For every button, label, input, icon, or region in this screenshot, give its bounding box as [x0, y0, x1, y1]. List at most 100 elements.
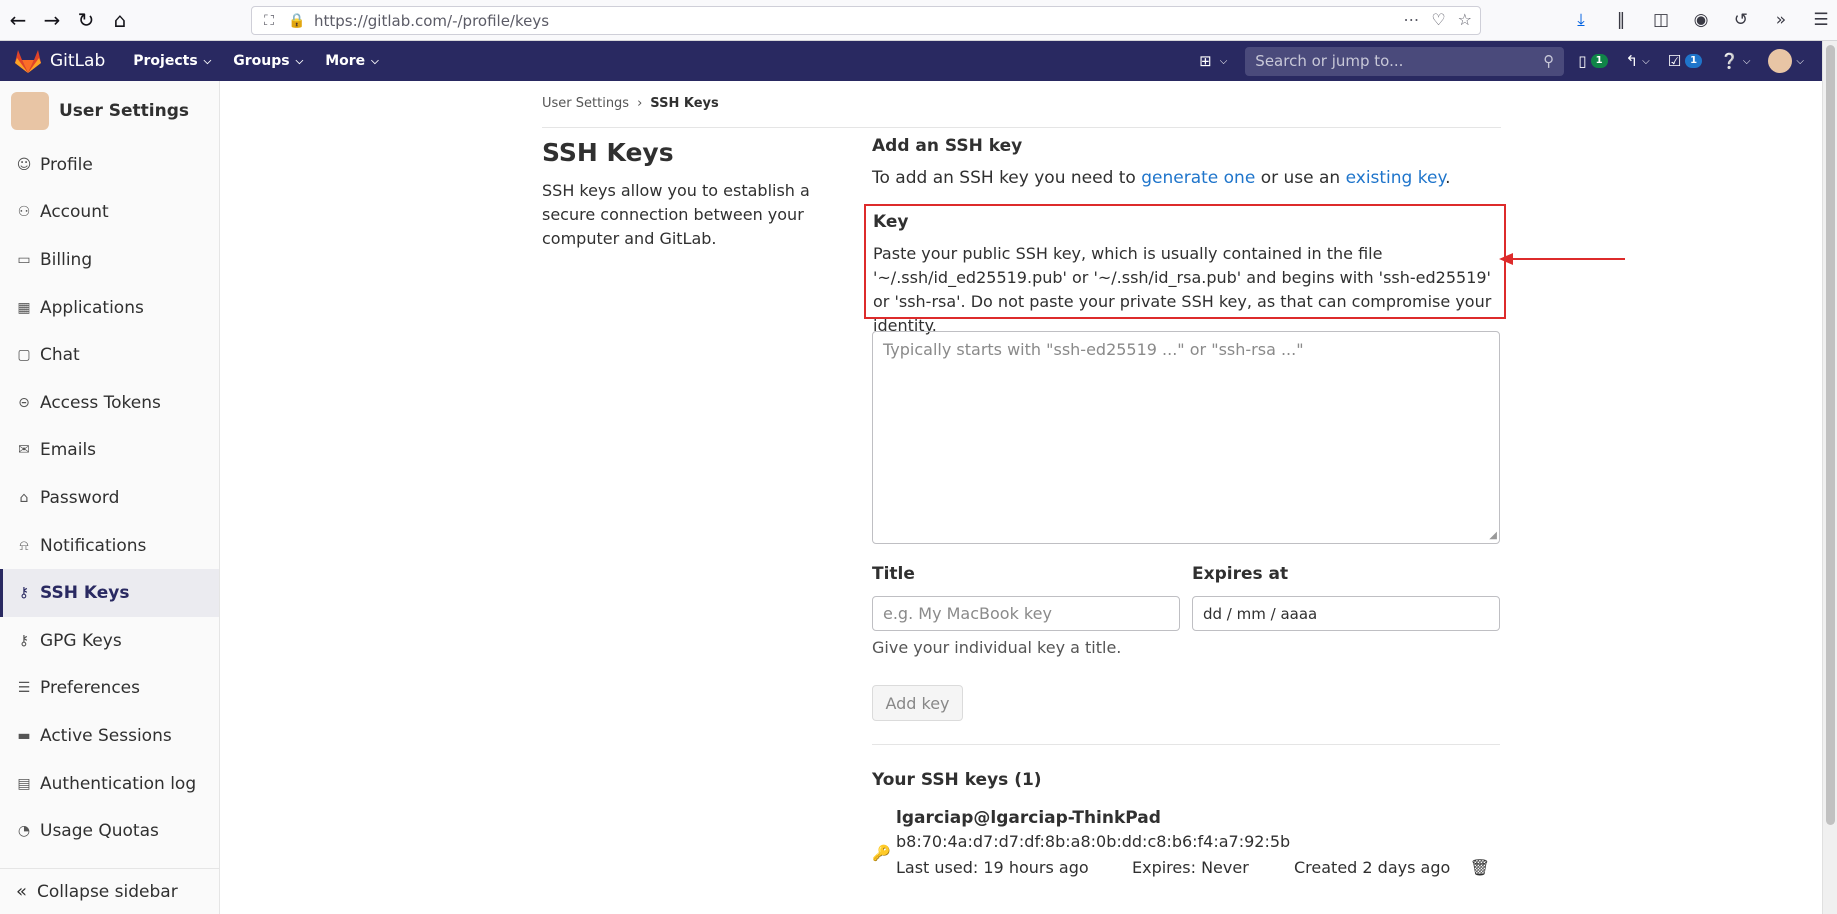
url-domain: https://gitlab.com — [314, 11, 448, 30]
sidebar-item-emails[interactable]: ✉ Emails — [0, 427, 219, 475]
resize-handle-icon[interactable]: ◢ — [1489, 530, 1497, 541]
log-icon: ▤ — [17, 775, 31, 792]
form-heading: Add an SSH key — [872, 136, 1023, 156]
quota-icon: ◔ — [17, 823, 31, 840]
gitlab-top-nav: GitLab Projects ⌵ Groups ⌵ More ⌵ ⊞ ⌵ Search… — [0, 41, 1822, 81]
title-input[interactable]: e.g. My MacBook key — [872, 596, 1180, 631]
sidebar-item-label: Active Sessions — [40, 725, 172, 746]
expires-date-input[interactable]: dd / mm / aaaa — [1192, 596, 1500, 631]
breadcrumb-current[interactable]: SSH Keys — [650, 96, 718, 127]
lock-icon: 🔒 — [288, 12, 306, 29]
more-actions-icon[interactable]: ⋯ — [1403, 10, 1419, 29]
monitor-icon: ▬ — [17, 727, 31, 744]
page-intro: SSH Keys SSH keys allow you to establish… — [542, 138, 832, 251]
sidebar-item-chat[interactable]: ▢ Chat — [0, 331, 219, 379]
key-title-link[interactable]: lgarciap@lgarciap-ThinkPad — [896, 808, 1161, 828]
address-bar[interactable]: ⛶ 🔒 https://gitlab.com/-/profile/keys ⋯ … — [251, 6, 1481, 35]
email-icon: ✉ — [18, 442, 30, 459]
sidebar-item-label: Account — [40, 202, 109, 223]
profile-icon: ☺ — [16, 156, 32, 173]
sidebar-header[interactable]: User Settings — [0, 81, 219, 141]
account-icon: ⚇ — [17, 204, 31, 221]
brand-name: GitLab — [50, 51, 106, 71]
expires-value: dd / mm / aaaa — [1203, 604, 1318, 623]
intro-text: . — [1445, 168, 1451, 188]
bell-icon: ⍾ — [19, 537, 29, 554]
intro-text: or use an — [1255, 168, 1346, 188]
collapse-sidebar-button[interactable]: « Collapse sidebar — [0, 868, 219, 914]
page-scrollbar[interactable] — [1822, 41, 1837, 914]
merge-requests-button[interactable]: ↰ ⌵ — [1626, 52, 1650, 70]
intro-text: To add an SSH key you need to — [872, 168, 1142, 188]
user-menu[interactable]: ⌵ — [1768, 49, 1804, 73]
library-icon[interactable]: ‖ — [1605, 4, 1637, 36]
new-dropdown[interactable]: ⊞ ⌵ — [1199, 52, 1227, 70]
title-help-text: Give your individual key a title. — [872, 638, 1122, 657]
sidebar-toggle-icon[interactable]: ◫ — [1645, 4, 1677, 36]
sidebar-item-label: Chat — [40, 345, 80, 366]
trash-icon[interactable]: 🗑 — [1470, 858, 1490, 877]
reload-icon[interactable]: ↻ — [70, 4, 102, 36]
todos-badge: 1 — [1685, 54, 1703, 68]
sidebar-item-label: Password — [40, 487, 120, 508]
avatar — [11, 92, 49, 130]
sidebar-item-account[interactable]: ⚇ Account — [0, 189, 219, 237]
hamburger-menu-icon[interactable]: ☰ — [1805, 4, 1837, 36]
issues-icon: ▯ — [1578, 52, 1587, 70]
sidebar-item-label: Usage Quotas — [40, 821, 159, 842]
key-textarea[interactable]: Typically starts with "ssh-ed25519 ..." … — [872, 331, 1500, 544]
sidebar-item-usage-quotas[interactable]: ◔ Usage Quotas — [0, 807, 219, 855]
sidebar-item-applications[interactable]: ▦ Applications — [0, 284, 219, 332]
search-placeholder: Search or jump to... — [1255, 52, 1404, 70]
settings-sidebar: User Settings ☺ Profile ⚇ Account ▭ Billing ▦ A… — [0, 81, 220, 914]
home-icon[interactable]: ⌂ — [104, 4, 136, 36]
history-icon[interactable]: ↺ — [1725, 4, 1757, 36]
breadcrumb-parent[interactable]: User Settings — [542, 96, 629, 127]
account-icon[interactable]: ◉ — [1685, 4, 1717, 36]
help-button[interactable]: ❔ ⌵ — [1720, 52, 1750, 70]
divider — [872, 744, 1500, 745]
scrollbar-thumb[interactable] — [1826, 45, 1835, 825]
breadcrumb: User Settings › SSH Keys — [542, 96, 1501, 128]
bookmark-star-icon[interactable]: ☆ — [1458, 10, 1472, 29]
groups-menu[interactable]: Groups ⌵ — [233, 53, 303, 69]
key-highlight-box: Key Paste your public SSH key, which is … — [864, 204, 1506, 335]
url-path: /-/profile/keys — [447, 11, 550, 30]
download-icon[interactable]: ⤓ — [1565, 4, 1597, 36]
forward-icon[interactable]: → — [36, 4, 68, 36]
double-chevron-left-icon: « — [16, 881, 28, 902]
sidebar-item-ssh-keys[interactable]: ⚷ SSH Keys — [0, 569, 219, 617]
key-placeholder: Typically starts with "ssh-ed25519 ..." … — [883, 340, 1304, 359]
generate-one-link[interactable]: generate one — [1141, 168, 1255, 188]
sidebar-item-label: SSH Keys — [40, 583, 130, 604]
gitlab-logo[interactable]: GitLab — [14, 48, 105, 74]
sidebar-item-access-tokens[interactable]: ⊝ Access Tokens — [0, 379, 219, 427]
sidebar-item-active-sessions[interactable]: ▬ Active Sessions — [0, 712, 219, 760]
sidebar-item-billing[interactable]: ▭ Billing — [0, 236, 219, 284]
sidebar-item-label: Notifications — [40, 535, 147, 556]
chevron-down-icon: ⌵ — [1742, 55, 1751, 67]
sidebar-item-password[interactable]: ⌂ Password — [0, 474, 219, 522]
projects-menu[interactable]: Projects ⌵ — [133, 53, 211, 69]
pocket-icon[interactable]: ♡ — [1431, 10, 1445, 29]
page-description: SSH keys allow you to establish a secure… — [542, 181, 810, 248]
more-menu[interactable]: More ⌵ — [325, 53, 379, 69]
existing-key-link[interactable]: existing key — [1346, 168, 1446, 188]
sidebar-item-authentication-log[interactable]: ▤ Authentication log — [0, 760, 219, 808]
back-icon[interactable]: ← — [2, 4, 34, 36]
title-label: Title — [872, 564, 915, 584]
sidebar-item-profile[interactable]: ☺ Profile — [0, 141, 219, 189]
search-input[interactable]: Search or jump to... ⚲ — [1245, 46, 1565, 76]
browser-toolbar: ← → ↻ ⌂ ⛶ 🔒 https://gitlab.com/-/profile… — [0, 0, 1837, 41]
tanuki-icon — [15, 50, 41, 73]
key-label: Key — [873, 212, 909, 232]
issues-button[interactable]: ▯ 1 — [1578, 52, 1608, 70]
sidebar-item-preferences[interactable]: ☰ Preferences — [0, 665, 219, 713]
add-key-button[interactable]: Add key — [872, 685, 963, 721]
sidebar-item-notifications[interactable]: ⍾ Notifications — [0, 522, 219, 570]
sidebar-item-label: Profile — [40, 154, 93, 175]
expires-label: Expires at — [1192, 564, 1289, 584]
sidebar-item-gpg-keys[interactable]: ⚷ GPG Keys — [0, 617, 219, 665]
todos-button[interactable]: ☑ 1 — [1668, 52, 1703, 70]
overflow-icon[interactable]: » — [1765, 4, 1797, 36]
